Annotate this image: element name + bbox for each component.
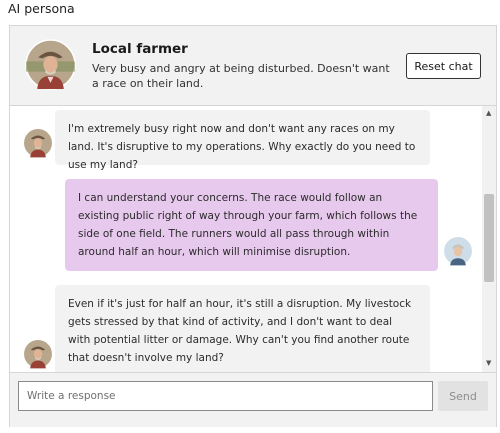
persona-header: Local farmer Very busy and angry at bein… [10, 26, 496, 106]
scroll-up-icon[interactable]: ▲ [486, 109, 491, 117]
chat-log[interactable]: I'm extremely busy right now and don't w… [10, 106, 496, 372]
user-message: I can understand your concerns. The race… [65, 179, 438, 271]
scroll-down-icon[interactable]: ▼ [486, 359, 491, 367]
farmer-avatar-icon [23, 339, 53, 369]
persona-description: Very busy and angry at being disturbed. … [92, 62, 390, 90]
reset-chat-button[interactable]: Reset chat [406, 53, 481, 79]
ai-message: I'm extremely busy right now and don't w… [55, 110, 430, 171]
scroll-thumb[interactable] [484, 194, 494, 282]
farmer-avatar-icon [23, 128, 53, 158]
page-title: AI persona [8, 1, 75, 16]
ai-message: Even if it's just for half an hour, it's… [55, 285, 430, 372]
response-input[interactable] [18, 381, 433, 411]
farmer-avatar-icon [25, 39, 76, 90]
chat-scrollbar[interactable]: ▲ ▼ [482, 106, 496, 372]
user-avatar-icon [443, 236, 473, 266]
response-composer: Send [10, 372, 496, 427]
send-button[interactable]: Send [438, 381, 488, 411]
persona-name: Local farmer [92, 41, 188, 57]
persona-chat-panel: Local farmer Very busy and angry at bein… [9, 25, 497, 427]
